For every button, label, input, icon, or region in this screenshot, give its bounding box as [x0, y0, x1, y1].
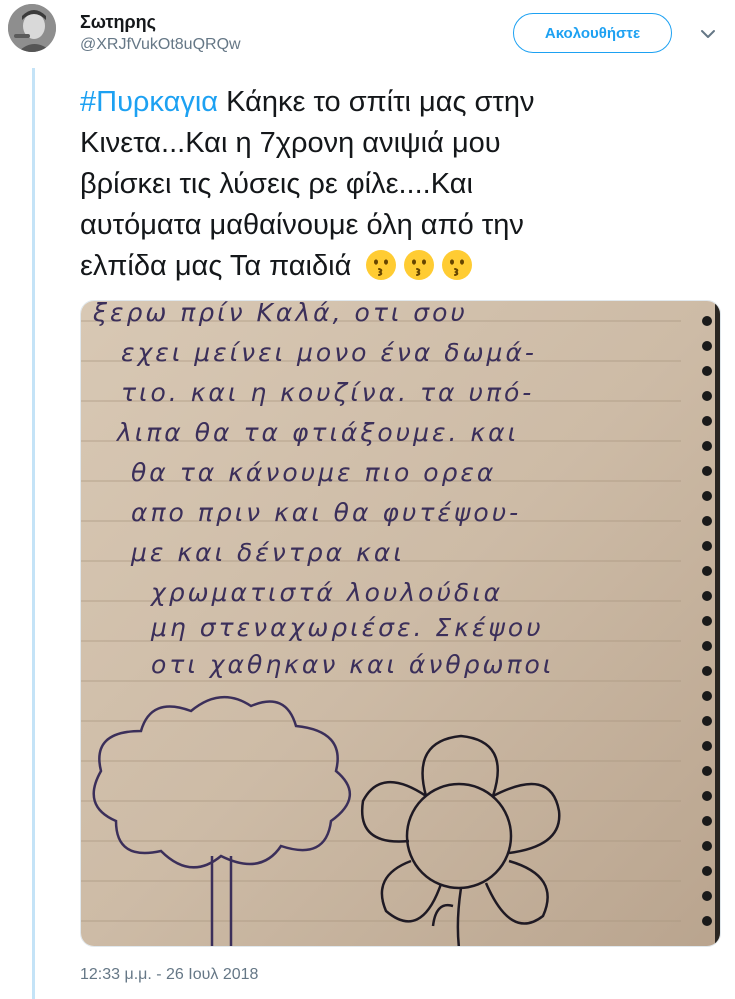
note-line: με και δέντρα και — [130, 538, 405, 567]
hashtag-link[interactable]: #Πυρκαγια — [80, 86, 218, 118]
note-line: χρωματιστά λουλούδια — [149, 578, 503, 607]
note-line: λιπα θα τα φτιάξουμε. και — [115, 418, 519, 447]
notebook-page-drawing: ξερω πρίν Καλά, οτι σου εχει μείνει μονο… — [81, 301, 720, 946]
kissing-face-emoji — [404, 250, 435, 280]
user-handle[interactable]: @XRJfVukOt8uQRQw — [80, 36, 241, 54]
display-name[interactable]: Σωτηρης — [80, 12, 156, 33]
note-line: τιο. και η κουζίνα. τα υπό- — [121, 378, 534, 407]
tweet-text: #Πυρκαγια Κάηκε το σπίτι μας στην Κινετα… — [80, 82, 720, 287]
note-line: οτι χαθηκαν και άνθρωποι — [151, 650, 554, 679]
note-line: μη στεναχωριέσε. Σκέψου — [150, 613, 544, 642]
tweet-text-line: αυτόματα μαθαίνουμε όλη από την — [80, 209, 524, 241]
kissing-face-emoji — [366, 250, 397, 280]
note-line: εχει μείνει μονο ένα δωμά- — [121, 338, 537, 367]
tweet-text-line: βρίσκει τις λύσεις ρε φίλε....Και — [80, 168, 473, 200]
note-line: θα τα κάνουμε πιο ορεα — [131, 458, 496, 487]
avatar-photo — [8, 4, 56, 52]
chevron-down-icon[interactable] — [698, 24, 718, 44]
follow-button[interactable]: Ακολουθήστε — [513, 13, 672, 53]
tweet-text-line: ελπίδα μας Τα παιδιά — [80, 250, 352, 282]
tweet-text-line: Κάηκε το σπίτι μας στην — [218, 86, 535, 118]
note-line: ξερω πρίν Καλά, οτι σου — [92, 301, 468, 327]
tweet-photo[interactable]: ξερω πρίν Καλά, οτι σου εχει μείνει μονο… — [80, 300, 721, 947]
thread-line — [32, 68, 35, 999]
tweet-timestamp[interactable]: 12:33 μ.μ. - 26 Ιουλ 2018 — [80, 966, 258, 984]
kissing-face-emoji — [442, 250, 473, 280]
tweet-text-line: Κινετα...Και η 7χρονη ανιψιά μου — [80, 127, 501, 159]
note-line: απο πριν και θα φυτέψου- — [131, 498, 521, 527]
avatar[interactable] — [8, 4, 56, 52]
